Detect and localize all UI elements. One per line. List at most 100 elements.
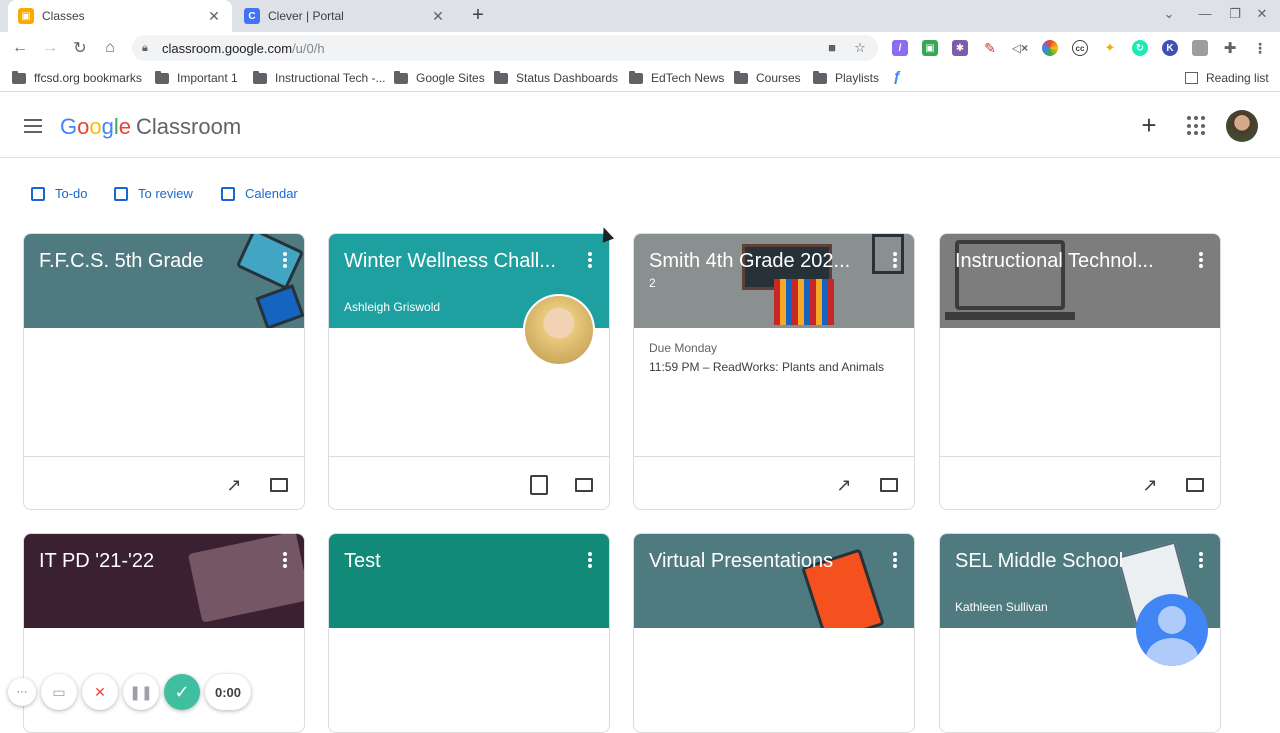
class-card-footer: ↗: [24, 456, 304, 509]
bookmark-label: Playlists: [835, 71, 880, 85]
finish-recording-icon[interactable]: ✓: [164, 674, 200, 710]
class-name[interactable]: F.F.C.S. 5th Grade: [39, 250, 264, 273]
class-card[interactable]: Test: [328, 533, 610, 733]
due-assignment-link[interactable]: 11:59 PM – ReadWorks: Plants and Animals: [649, 360, 884, 374]
to-review-link[interactable]: To review: [114, 186, 193, 201]
class-name[interactable]: IT PD '21-'22: [39, 550, 264, 573]
bookmark-folder[interactable]: Important 1: [155, 70, 238, 85]
class-options-icon[interactable]: [283, 252, 287, 268]
bookmark-folder[interactable]: Instructional Tech -...: [253, 70, 386, 85]
class-card[interactable]: SEL Middle School Kathleen Sullivan: [939, 533, 1221, 733]
class-options-icon[interactable]: [283, 552, 287, 568]
color-picker-extension-icon[interactable]: [1042, 40, 1058, 56]
bookmark-folder[interactable]: Playlists: [813, 70, 880, 85]
tab-title: Classes: [42, 9, 85, 23]
close-tab-icon[interactable]: ✕: [206, 8, 222, 24]
class-name[interactable]: Winter Wellness Chall...: [344, 250, 569, 273]
pause-recording-icon[interactable]: ❚❚: [123, 674, 159, 710]
bookmark-label: Important 1: [177, 71, 238, 85]
more-options-icon[interactable]: ···: [8, 678, 36, 706]
trending-up-icon[interactable]: ↗: [834, 476, 854, 494]
class-card[interactable]: Winter Wellness Chall... Ashleigh Griswo…: [328, 233, 610, 510]
address-bar[interactable]: 🔒︎ classroom.google.com/u/0/h ■ ☆: [132, 35, 878, 61]
bookmark-folder[interactable]: Courses: [734, 70, 801, 85]
student-work-icon[interactable]: [530, 475, 548, 495]
back-icon[interactable]: ←: [8, 36, 32, 60]
class-name[interactable]: Instructional Technol...: [955, 250, 1180, 273]
folder-icon[interactable]: [880, 478, 898, 492]
bookmark-folder[interactable]: EdTech News: [629, 70, 724, 85]
screencastify-extension-icon[interactable]: ▣: [922, 40, 938, 56]
class-options-icon[interactable]: [588, 552, 592, 568]
reload-icon[interactable]: ↻: [68, 36, 92, 60]
bookmark-folder[interactable]: ffcsd.org bookmarks: [12, 70, 142, 85]
class-card[interactable]: Instructional Technol... ↗: [939, 233, 1221, 510]
cancel-recording-icon[interactable]: ✕: [82, 674, 118, 710]
minimize-icon[interactable]: —: [1195, 6, 1215, 21]
restore-icon[interactable]: ❐: [1225, 6, 1245, 22]
class-section: 2: [649, 276, 656, 290]
class-options-icon[interactable]: [1199, 552, 1203, 568]
class-name[interactable]: Virtual Presentations: [649, 550, 874, 573]
trending-up-icon[interactable]: ↗: [224, 476, 244, 494]
class-card[interactable]: Smith 4th Grade 202... 2 Due Monday 11:5…: [633, 233, 915, 510]
tab-classes[interactable]: ▣ Classes ✕: [8, 0, 232, 32]
class-card-banner[interactable]: Instructional Technol...: [940, 234, 1220, 328]
close-tab-icon[interactable]: ✕: [430, 8, 446, 24]
gray-extension-icon[interactable]: [1192, 40, 1208, 56]
folder-icon[interactable]: [1186, 478, 1204, 492]
bookmark-folder[interactable]: Google Sites: [394, 70, 485, 85]
class-card[interactable]: F.F.C.S. 5th Grade ↗: [23, 233, 305, 510]
cc-extension-icon[interactable]: cc: [1072, 40, 1088, 56]
class-options-icon[interactable]: [893, 252, 897, 268]
todo-link[interactable]: To-do: [31, 186, 88, 201]
folder-icon[interactable]: [270, 478, 288, 492]
forward-icon[interactable]: →: [38, 36, 62, 60]
due-label: Due Monday: [649, 341, 718, 355]
camera-icon[interactable]: ■: [824, 40, 840, 56]
browser-toolbar: ← → ↻ ⌂ 🔒︎ classroom.google.com/u/0/h ■ …: [0, 32, 1280, 64]
trending-up-icon[interactable]: ↗: [1140, 476, 1160, 494]
calendar-icon: [221, 186, 235, 201]
class-options-icon[interactable]: [1199, 252, 1203, 268]
class-card[interactable]: Virtual Presentations: [633, 533, 915, 733]
class-card-banner[interactable]: Smith 4th Grade 202... 2: [634, 234, 914, 328]
class-options-icon[interactable]: [588, 252, 592, 268]
annotate-extension-icon[interactable]: ✎: [982, 40, 998, 56]
calendar-link[interactable]: Calendar: [221, 186, 298, 201]
class-name[interactable]: Test: [344, 550, 569, 573]
main-menu-icon[interactable]: [24, 119, 42, 133]
class-card-banner[interactable]: Virtual Presentations: [634, 534, 914, 628]
tab-clever-portal[interactable]: C Clever | Portal ✕: [234, 0, 456, 32]
to-review-icon: [114, 186, 128, 201]
class-name[interactable]: SEL Middle School: [955, 550, 1180, 573]
lock-icon: 🔒︎: [142, 41, 148, 54]
extensions-puzzle-icon[interactable]: ✚: [1222, 40, 1238, 57]
class-card-banner[interactable]: IT PD '21-'22: [24, 534, 304, 628]
reading-list-button[interactable]: Reading list: [1185, 71, 1269, 85]
new-tab-button[interactable]: +: [466, 4, 490, 28]
color-extension-icon[interactable]: ✱: [952, 40, 968, 56]
class-name[interactable]: Smith 4th Grade 202...: [649, 250, 874, 273]
tab-search-icon[interactable]: ⌄: [1159, 6, 1179, 22]
account-avatar[interactable]: [1226, 110, 1258, 142]
google-classroom-logo[interactable]: Google Classroom: [60, 114, 241, 140]
home-icon[interactable]: ⌂: [98, 36, 122, 60]
browser-menu-icon[interactable]: ⋮: [1252, 40, 1268, 56]
class-card-banner[interactable]: Test: [329, 534, 609, 628]
class-card-banner[interactable]: F.F.C.S. 5th Grade: [24, 234, 304, 328]
google-apps-icon[interactable]: [1187, 116, 1207, 136]
refresh-extension-icon[interactable]: ↻: [1132, 40, 1148, 56]
webcam-toggle-icon[interactable]: ▭: [41, 674, 77, 710]
bookmark-folder[interactable]: Status Dashboards: [494, 70, 618, 85]
bookmark-star-icon[interactable]: ☆: [852, 40, 868, 56]
pen-extension-icon[interactable]: /: [892, 40, 908, 56]
f-bookmark-icon[interactable]: ƒ: [893, 68, 901, 85]
party-extension-icon[interactable]: ✦: [1102, 40, 1118, 56]
k-extension-icon[interactable]: K: [1162, 40, 1178, 56]
class-options-icon[interactable]: [893, 552, 897, 568]
folder-icon[interactable]: [575, 478, 593, 492]
create-join-class-icon[interactable]: +: [1137, 112, 1161, 138]
close-window-icon[interactable]: ✕: [1252, 6, 1272, 22]
mute-tab-icon[interactable]: ◁×: [1012, 40, 1028, 56]
